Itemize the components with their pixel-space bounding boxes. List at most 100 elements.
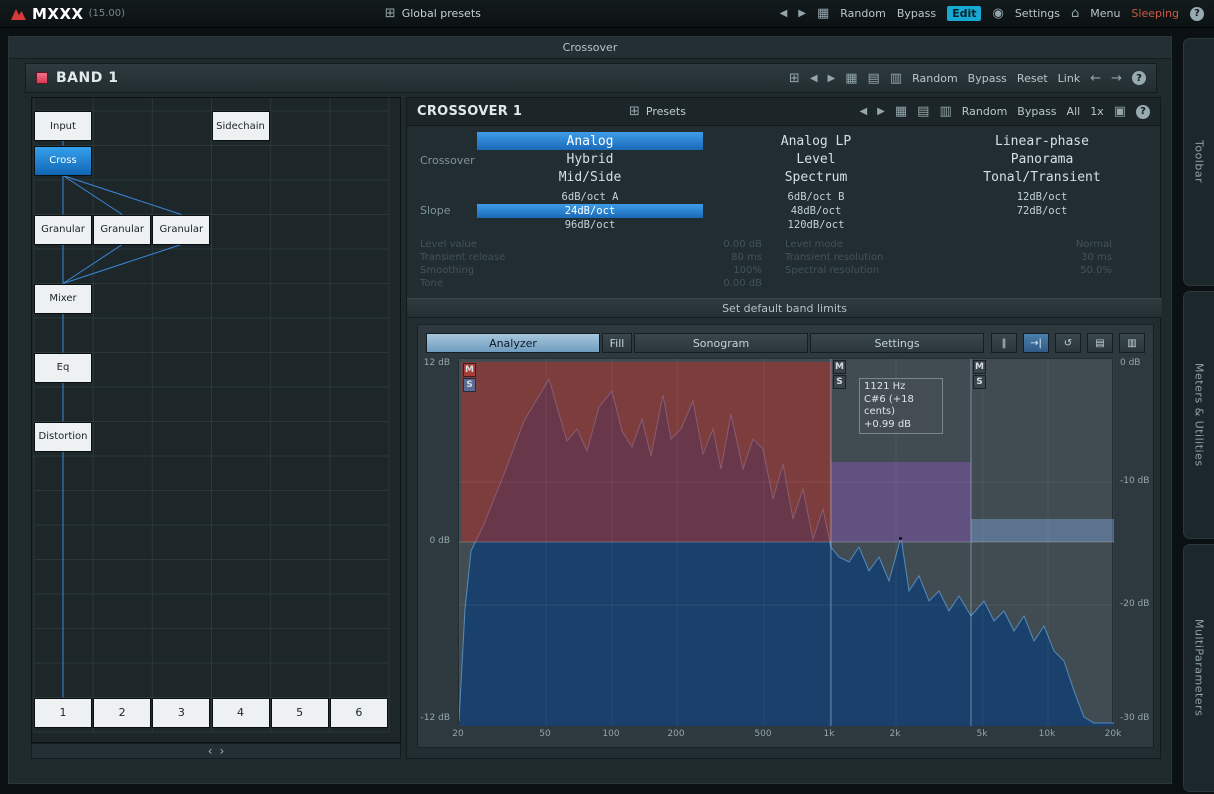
pipeline-node-cross[interactable]: Cross: [34, 146, 92, 176]
next-preset-button[interactable]: ▶: [798, 8, 806, 19]
pipeline-slot-6[interactable]: 6: [330, 698, 388, 728]
param-tone[interactable]: Tone0.00 dB: [420, 277, 762, 290]
crossover-type-linear-phase[interactable]: Linear-phase: [929, 132, 1155, 150]
band-link-button[interactable]: Link: [1058, 72, 1081, 85]
copy-analysis-button[interactable]: ▤: [1087, 333, 1113, 353]
copy-icon[interactable]: ▤: [868, 71, 880, 86]
pipeline-scrollbar[interactable]: ‹ ›: [31, 743, 401, 759]
menu-button[interactable]: Menu: [1090, 7, 1120, 20]
freq-tick-label: 10k: [1039, 729, 1056, 739]
analyzer-tab-settings[interactable]: Settings: [810, 333, 984, 353]
screen-icon[interactable]: ▦: [845, 71, 857, 86]
pipeline-slot-5[interactable]: 5: [271, 698, 329, 728]
global-presets-button[interactable]: ⊞ Global presets: [385, 6, 481, 21]
slope-24db-oct[interactable]: 24dB/oct: [477, 204, 703, 218]
crossover-type-hybrid[interactable]: Hybrid: [477, 150, 703, 168]
band-handle-s[interactable]: S: [463, 378, 476, 392]
crossover-type-panorama[interactable]: Panorama: [929, 150, 1155, 168]
band-handle-m[interactable]: M: [973, 360, 986, 374]
redo-icon[interactable]: →: [1111, 71, 1122, 86]
analyzer-tab-fill[interactable]: Fill: [602, 333, 632, 353]
freq-tick-label: 1k: [824, 729, 835, 739]
pause-button[interactable]: ‖: [991, 333, 1017, 353]
crossover-type-mid-side[interactable]: Mid/Side: [477, 168, 703, 186]
crossover-type-analog[interactable]: Analog: [477, 132, 703, 150]
pipeline-node-distortion[interactable]: Distortion: [34, 422, 92, 452]
crossover-type-level[interactable]: Level: [703, 150, 929, 168]
paste-icon[interactable]: ▥: [890, 71, 902, 86]
scroll-left-icon[interactable]: ‹: [208, 744, 213, 758]
paste-analysis-button[interactable]: ▥: [1119, 333, 1145, 353]
side-tab-toolbar[interactable]: Toolbar: [1183, 38, 1214, 286]
band-random-button[interactable]: Random: [912, 72, 958, 85]
prev-button[interactable]: ◀: [810, 73, 818, 84]
spectrum-plot: [459, 359, 1114, 726]
help-icon[interactable]: ?: [1190, 7, 1204, 21]
db-label: 0 dB: [430, 536, 450, 546]
param-level-mode[interactable]: Level modeNormal: [785, 238, 1112, 251]
scroll-follow-button[interactable]: →|: [1023, 333, 1049, 353]
edit-button[interactable]: Edit: [947, 6, 981, 21]
param-spectral-resolution[interactable]: Spectral resolution50.0%: [785, 264, 1112, 277]
band-handle-s[interactable]: S: [973, 375, 986, 389]
band-toolbar: ⊞ ◀ ▶ ▦ ▤ ▥ Random Bypass Reset Link ← →…: [789, 71, 1146, 86]
band-bypass-button[interactable]: Bypass: [968, 72, 1007, 85]
pipeline-slot-1[interactable]: 1: [34, 698, 92, 728]
pipeline-node-eq[interactable]: Eq: [34, 353, 92, 383]
band-handle-m[interactable]: M: [833, 360, 846, 374]
analyzer-tab-sonogram[interactable]: Sonogram: [634, 333, 808, 353]
sleeping-status[interactable]: Sleeping: [1131, 7, 1179, 20]
pipeline-node-input[interactable]: Input: [34, 111, 92, 141]
slope-12db-oct[interactable]: 12dB/oct: [929, 190, 1155, 204]
pipeline-node-granular3[interactable]: Granular: [152, 215, 210, 245]
grid-icon[interactable]: ⊞: [789, 71, 800, 86]
crossover-type-spectrum[interactable]: Spectrum: [703, 168, 929, 186]
slope-96db-oct[interactable]: 96dB/oct: [477, 218, 703, 232]
param-label: Level value: [420, 239, 477, 250]
pipeline-slot-2[interactable]: 2: [93, 698, 151, 728]
screen-icon[interactable]: ▦: [817, 6, 829, 21]
analyzer-graph[interactable]: 1121 Hz C#6 (+18 cents) +0.99 dB MSMSMS: [458, 358, 1113, 725]
bypass-button[interactable]: Bypass: [897, 7, 936, 20]
param-transient-resolution[interactable]: Transient resolution30 ms: [785, 251, 1112, 264]
set-default-band-limits-button[interactable]: Set default band limits: [407, 298, 1162, 318]
param-transient-release[interactable]: Transient release80 ms: [420, 251, 762, 264]
crossover-type-tonal-transient[interactable]: Tonal/Transient: [929, 168, 1155, 186]
pipeline-node-granular1[interactable]: Granular: [34, 215, 92, 245]
undo-icon[interactable]: ←: [1090, 71, 1101, 86]
analyzer-tab-analyzer[interactable]: Analyzer: [426, 333, 600, 353]
param-label: Spectral resolution: [785, 265, 879, 276]
pipeline-slot-3[interactable]: 3: [152, 698, 210, 728]
next-button[interactable]: ▶: [828, 73, 836, 84]
pipeline-node-sidechain[interactable]: Sidechain: [212, 111, 270, 141]
crossover-type-analog-lp[interactable]: Analog LP: [703, 132, 929, 150]
scroll-right-icon[interactable]: ›: [220, 744, 225, 758]
settings-button[interactable]: Settings: [1015, 7, 1060, 20]
slope-120db-oct[interactable]: 120dB/oct: [703, 218, 929, 232]
help-icon[interactable]: ?: [1132, 71, 1146, 85]
slope-72db-oct[interactable]: 72dB/oct: [929, 204, 1155, 218]
band-reset-button[interactable]: Reset: [1017, 72, 1048, 85]
reset-analysis-button[interactable]: ↺: [1055, 333, 1081, 353]
side-tab-multiparameters[interactable]: MultiParameters: [1183, 544, 1214, 792]
band-color-swatch[interactable]: [36, 72, 48, 84]
db-label: -30 dB: [1120, 713, 1149, 723]
pipeline-node-mixer[interactable]: Mixer: [34, 284, 92, 314]
freq-tick-label: 500: [754, 729, 771, 739]
info-circle-icon[interactable]: ◉: [992, 6, 1003, 21]
slope-6db-oct-b[interactable]: 6dB/oct B: [703, 190, 929, 204]
param-smoothing[interactable]: Smoothing100%: [420, 264, 762, 277]
slope-label: Slope: [420, 204, 451, 217]
side-tab-meters-utilities[interactable]: Meters & Utilities: [1183, 291, 1214, 539]
random-button[interactable]: Random: [840, 7, 886, 20]
band-handle-s[interactable]: S: [833, 375, 846, 389]
pipeline-node-granular2[interactable]: Granular: [93, 215, 151, 245]
home-icon[interactable]: ⌂: [1071, 6, 1079, 21]
pipeline-slot-4[interactable]: 4: [212, 698, 270, 728]
slope-48db-oct[interactable]: 48dB/oct: [703, 204, 929, 218]
prev-preset-button[interactable]: ◀: [780, 8, 788, 19]
window-title-bar: Crossover: [9, 37, 1171, 59]
param-level-value[interactable]: Level value0.00 dB: [420, 238, 762, 251]
band-handle-m[interactable]: M: [463, 363, 476, 377]
slope-6db-oct-a[interactable]: 6dB/oct A: [477, 190, 703, 204]
